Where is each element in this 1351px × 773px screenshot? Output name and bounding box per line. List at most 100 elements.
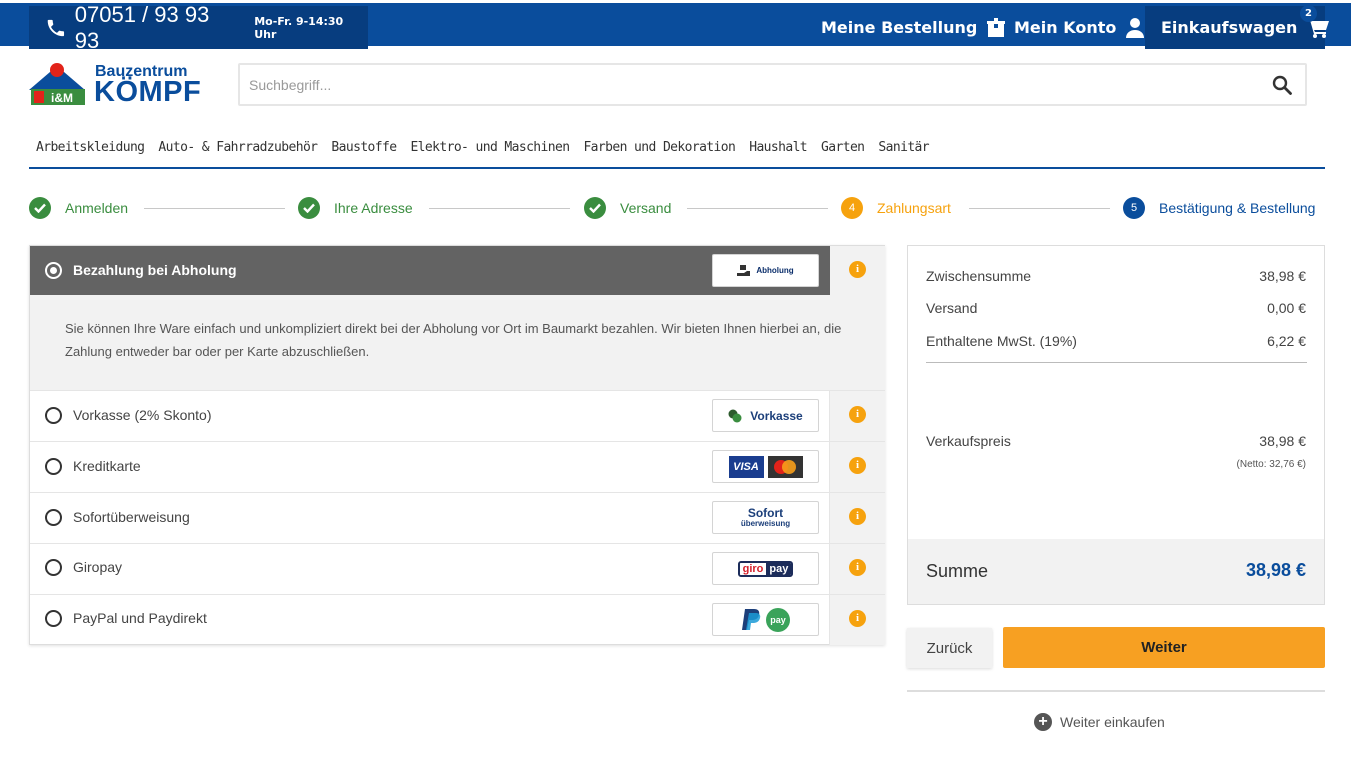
info-icon[interactable]: i [849, 559, 866, 576]
shipping-value: 0,00 € [1267, 300, 1306, 316]
payment-option-label: Bezahlung bei Abholung [73, 262, 237, 278]
divider [907, 690, 1325, 692]
logo-mark-icon: i&M [29, 63, 85, 105]
search-icon[interactable] [1272, 75, 1292, 95]
pickup-logo: Abholung [712, 254, 819, 287]
nav-item-haushalt[interactable]: Haushalt [742, 136, 814, 155]
divider [926, 362, 1307, 363]
info-icon[interactable]: i [849, 406, 866, 423]
payment-option-giropay[interactable]: Giropay giro pay i [30, 543, 885, 594]
payment-option-selected[interactable]: Bezahlung bei Abholung Abholung [30, 246, 830, 295]
my-order-link[interactable]: Meine Bestellung [821, 6, 1006, 49]
step-label: Bestätigung & Bestellung [1159, 200, 1316, 216]
payment-option-label: Vorkasse (2% Skonto) [73, 407, 212, 423]
phone-number[interactable]: 07051 / 93 93 93 [75, 2, 238, 54]
step-label: Versand [620, 200, 672, 216]
continue-shopping-link[interactable]: + Weiter einkaufen [1034, 713, 1165, 731]
my-order-label: Meine Bestellung [821, 18, 978, 37]
info-icon[interactable]: i [849, 610, 866, 627]
sofort-logo: Sofort überweisung [712, 501, 819, 534]
vat-value: 6,22 € [1267, 333, 1306, 349]
info-cell: i [829, 595, 885, 645]
giropay-logo-text2: pay [766, 562, 792, 575]
info-cell: i [830, 246, 885, 295]
radio-selected[interactable] [45, 262, 62, 279]
my-account-label: Mein Konto [1014, 18, 1117, 37]
step-payment: 4 Zahlungsart [841, 197, 951, 219]
total-bar: Summe 38,98 € [908, 539, 1324, 604]
my-account-link[interactable]: Mein Konto [1014, 6, 1145, 49]
step-connector [429, 208, 570, 209]
nav-item-baustoffe[interactable]: Baustoffe [324, 136, 403, 155]
payment-option-vorkasse[interactable]: Vorkasse (2% Skonto) Vorkasse i [30, 390, 885, 441]
step-address[interactable]: Ihre Adresse [298, 197, 413, 219]
payment-option-label: Sofortüberweisung [73, 509, 190, 525]
netto-price: (Netto: 32,76 €) [1236, 459, 1306, 470]
vorkasse-logo: Vorkasse [712, 399, 819, 432]
nav-item-farben[interactable]: Farben und Dekoration [576, 136, 742, 155]
phone-icon [47, 19, 65, 36]
payment-option-kreditkarte[interactable]: Kreditkarte VISA i [30, 441, 885, 492]
plus-circle-icon: + [1034, 713, 1052, 731]
sales-price-row: Verkaufspreis 38,98 € [926, 433, 1306, 449]
user-icon [1126, 17, 1145, 38]
nav-item-garten[interactable]: Garten [814, 136, 871, 155]
subtotal-label: Zwischensumme [926, 268, 1032, 284]
total-value: 38,98 € [1245, 560, 1306, 580]
step-connector [144, 208, 285, 209]
step-login[interactable]: Anmelden [29, 197, 128, 219]
info-icon[interactable]: i [849, 508, 866, 525]
payment-option-label: Giropay [73, 559, 123, 575]
total-label: Summe [926, 561, 989, 581]
step-label: Anmelden [65, 200, 129, 216]
main-navigation: Arbeitskleidung Auto- & Fahrradzubehör B… [29, 136, 1325, 169]
step-shipping[interactable]: Versand [584, 197, 671, 219]
vat-label: Enthaltene MwSt. (19%) [926, 333, 1077, 349]
vorkasse-logo-text: Vorkasse [750, 408, 803, 423]
step-number: 5 [1123, 197, 1145, 219]
nav-item-elektro[interactable]: Elektro- und Maschinen [403, 136, 576, 155]
logo-name: KÖMPF [94, 76, 202, 108]
step-label: Ihre Adresse [334, 200, 413, 216]
info-cell: i [829, 493, 885, 543]
cart-link[interactable]: Einkaufswagen [1145, 6, 1330, 49]
nav-item-sanitaer[interactable]: Sanitär [871, 136, 936, 155]
subtotal-row: Zwischensumme 38,98 € [926, 268, 1306, 284]
giropay-logo-text: giro [739, 562, 767, 575]
back-button[interactable]: Zurück [907, 628, 992, 668]
step-label: Zahlungsart [877, 200, 951, 216]
search-bar [238, 63, 1307, 106]
info-icon[interactable]: i [849, 457, 866, 474]
nav-item-auto-fahrrad[interactable]: Auto- & Fahrradzubehör [151, 136, 324, 155]
cart-count-badge: 2 [1300, 5, 1317, 22]
radio-button[interactable] [45, 509, 62, 526]
giropay-logo: giro pay [712, 552, 819, 585]
phone-hotline[interactable]: 07051 / 93 93 93 Mo-Fr. 9-14:30 Uhr [29, 2, 368, 53]
radio-button[interactable] [45, 407, 62, 424]
subtotal-value: 38,98 € [1259, 268, 1306, 284]
info-cell: i [829, 391, 885, 441]
info-cell: i [829, 442, 885, 492]
nav-item-arbeitskleidung[interactable]: Arbeitskleidung [29, 136, 151, 155]
radio-button[interactable] [45, 458, 62, 475]
payment-option-paypal[interactable]: PayPal und Paydirekt pay i [30, 594, 885, 645]
visa-logo: VISA [728, 455, 764, 478]
next-button[interactable]: Weiter [1003, 627, 1325, 668]
continue-shopping-label: Weiter einkaufen [1060, 714, 1165, 730]
payment-methods-panel: Bezahlung bei Abholung Abholung i Sie kö… [29, 245, 885, 645]
radio-button[interactable] [45, 559, 62, 576]
opening-hours: Mo-Fr. 9-14:30 Uhr [254, 14, 344, 41]
step-connector [969, 208, 1110, 209]
payment-option-description: Sie können Ihre Ware einfach und unkompl… [30, 295, 885, 391]
step-number: 4 [841, 197, 863, 219]
sales-price-label: Verkaufspreis [926, 433, 1011, 449]
logo-badge-text: i&M [51, 91, 73, 105]
payment-option-sofort[interactable]: Sofortüberweisung Sofort überweisung i [30, 492, 885, 543]
shipping-row: Versand 0,00 € [926, 300, 1306, 316]
info-icon[interactable]: i [849, 261, 866, 278]
check-icon [298, 197, 320, 219]
check-icon [584, 197, 606, 219]
radio-button[interactable] [45, 610, 62, 627]
search-input[interactable] [240, 65, 1305, 104]
sofort-logo-sub: überweisung [740, 518, 791, 528]
